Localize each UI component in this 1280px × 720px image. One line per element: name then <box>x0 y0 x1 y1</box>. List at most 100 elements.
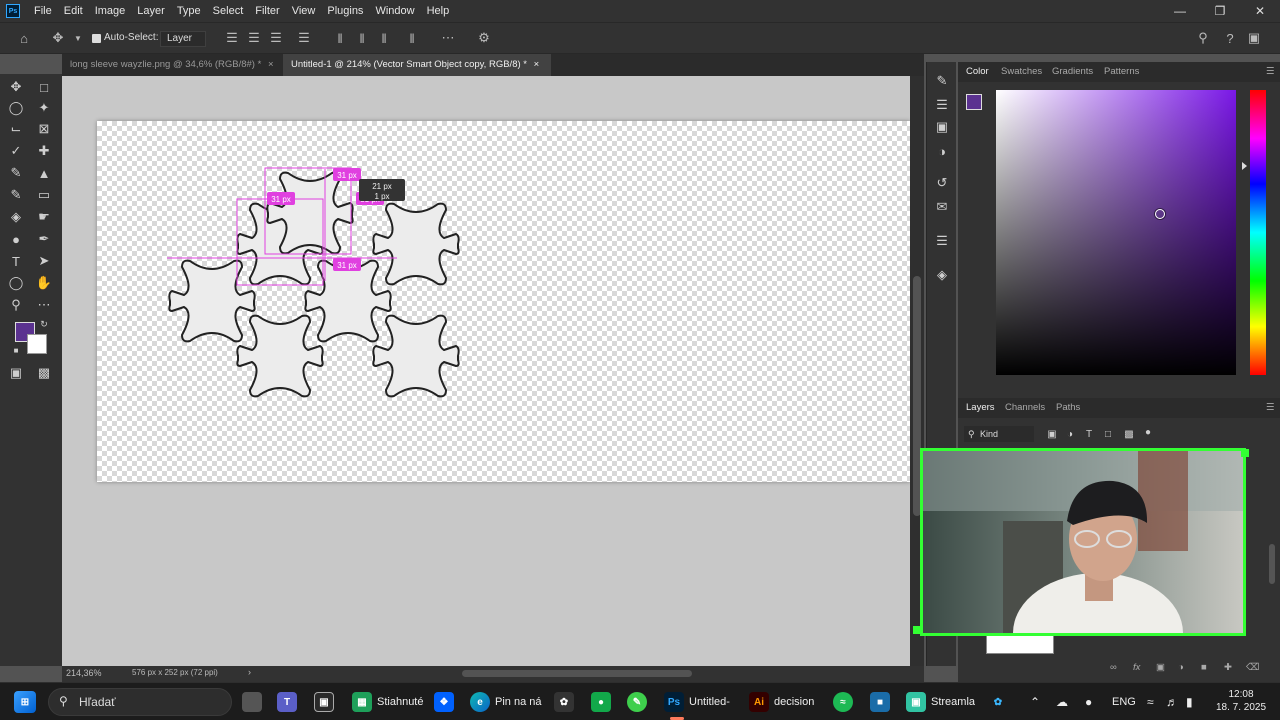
align-left-icon[interactable]: ☰ <box>224 30 240 46</box>
menu-plugins[interactable]: Plugins <box>321 0 369 22</box>
app-button[interactable]: ✎ <box>627 691 652 713</box>
restore-icon[interactable]: ❐ <box>1200 0 1240 22</box>
smudge-tool-icon[interactable]: ☛ <box>34 208 54 226</box>
hand-tool-icon[interactable]: ✋ <box>34 274 54 292</box>
frame-tool-icon[interactable]: ⊠ <box>34 120 54 138</box>
new-layer-icon[interactable]: ✚ <box>1224 662 1232 673</box>
history-icon[interactable]: ↺ <box>932 174 952 192</box>
move-tool-icon[interactable]: ✥ <box>6 78 26 96</box>
eraser-tool-icon[interactable]: ▭ <box>34 186 54 204</box>
hue-slider[interactable] <box>1250 90 1266 375</box>
comments-icon[interactable]: ✉ <box>932 198 952 216</box>
horizontal-scrollbar-thumb[interactable] <box>462 670 692 677</box>
history-brush-tool-icon[interactable]: ✎ <box>6 186 26 204</box>
swap-colors-icon[interactable]: ↻ <box>38 318 50 330</box>
tab-patterns[interactable]: Patterns <box>1104 66 1139 77</box>
taskbar-app-photoshop[interactable]: Ps Untitled- <box>664 691 730 713</box>
magic-wand-tool-icon[interactable]: ✦ <box>34 99 54 117</box>
color-wheel-icon[interactable]: ◑ <box>932 142 952 160</box>
taskbar-app-illustrator[interactable]: Ai decision <box>749 691 814 713</box>
document-info[interactable]: 576 px x 252 px (72 ppi) <box>132 668 218 677</box>
adjustments-icon[interactable]: ☰ <box>932 96 952 114</box>
battery-icon[interactable]: ▮ <box>1186 691 1193 713</box>
cloud-icon[interactable]: ☁ <box>1056 691 1068 713</box>
filter-pixel-icon[interactable]: ▣ <box>1042 425 1062 443</box>
scrollbar-thumb[interactable] <box>1269 544 1275 584</box>
color-picker-cursor[interactable] <box>1155 209 1165 219</box>
spotify-button[interactable]: ≈ <box>833 691 858 713</box>
background-color-swatch[interactable] <box>27 334 47 354</box>
tab-paths[interactable]: Paths <box>1056 402 1080 413</box>
menu-select[interactable]: Select <box>207 0 250 22</box>
menu-type[interactable]: Type <box>171 0 207 22</box>
distribute-vertical-icon[interactable]: ☰ <box>296 30 312 46</box>
menu-layer[interactable]: Layer <box>131 0 171 22</box>
menu-help[interactable]: Help <box>421 0 456 22</box>
layer-thumbnail[interactable] <box>986 634 1054 654</box>
filter-adjustment-icon[interactable]: ◑ <box>1060 425 1080 443</box>
webcam-resize-handle[interactable] <box>1241 449 1249 457</box>
foreground-color-chip[interactable] <box>966 94 982 110</box>
webcam-resize-handle[interactable] <box>913 626 921 634</box>
properties-icon[interactable]: ☰ <box>932 232 952 250</box>
stamp-tool-icon[interactable]: ▲ <box>34 164 54 182</box>
minimize-icon[interactable]: — <box>1160 0 1200 22</box>
app-button[interactable]: ✿ <box>554 691 579 713</box>
dropbox-button[interactable]: ❖ <box>434 691 459 713</box>
lasso-tool-icon[interactable]: ◯ <box>6 99 26 117</box>
volume-icon[interactable]: ♬ <box>1166 691 1178 713</box>
crop-tool-icon[interactable]: ⌙ <box>6 120 26 138</box>
zoom-tool-icon[interactable]: ⚲ <box>6 296 26 314</box>
chevron-right-icon[interactable]: › <box>248 667 251 677</box>
move-tool-icon[interactable]: ✥ <box>50 30 66 46</box>
menu-window[interactable]: Window <box>369 0 420 22</box>
app-button[interactable]: ● <box>591 691 616 713</box>
add-mask-icon[interactable]: ▣ <box>1156 662 1165 673</box>
canvas-workspace[interactable]: 31 px 31 px 31 px 31 px 21 px 1 px <box>62 76 910 666</box>
brush-settings-icon[interactable]: ✎ <box>932 72 952 90</box>
close-icon[interactable]: × <box>268 59 274 70</box>
pen-tool-icon[interactable]: ✒ <box>34 230 54 248</box>
taskbar-app-edge[interactable]: e Pin na ná <box>470 691 541 713</box>
path-selection-tool-icon[interactable]: ➤ <box>34 252 54 270</box>
filter-smart-object-icon[interactable]: ▩ <box>1119 425 1139 443</box>
tab-gradients[interactable]: Gradients <box>1052 66 1093 77</box>
type-tool-icon[interactable]: T <box>6 252 26 270</box>
tab-layers[interactable]: Layers <box>966 402 995 413</box>
healing-brush-tool-icon[interactable]: ✚ <box>34 142 54 160</box>
more-options-icon[interactable]: ⋯ <box>440 30 456 46</box>
app-button[interactable]: ■ <box>870 691 895 713</box>
filter-toggle-icon[interactable]: ● <box>1138 423 1158 441</box>
gear-icon[interactable]: ⚙ <box>476 30 492 46</box>
workspace-icon[interactable]: ▣ <box>1246 30 1262 46</box>
new-group-icon[interactable]: ■ <box>1201 662 1207 673</box>
menu-file[interactable]: File <box>28 0 58 22</box>
taskbar-app-streamlabs[interactable]: ▣ Streamla <box>906 691 975 713</box>
3d-cube-icon[interactable]: ◈ <box>932 266 952 284</box>
link-layers-icon[interactable]: ∞ <box>1110 662 1117 673</box>
wifi-icon[interactable]: ≈ <box>1147 691 1154 713</box>
default-colors-icon[interactable]: ■ <box>10 344 22 356</box>
menu-image[interactable]: Image <box>89 0 132 22</box>
task-view-button[interactable] <box>242 691 267 713</box>
align-right-icon[interactable]: ☰ <box>268 30 284 46</box>
screen-mode-icon[interactable]: ▩ <box>34 364 54 382</box>
tab-untitled-1[interactable]: Untitled-1 @ 214% (Vector Smart Object c… <box>283 54 551 76</box>
language-indicator[interactable]: ENG <box>1112 691 1136 713</box>
store-button[interactable]: ▣ <box>314 691 339 713</box>
close-icon[interactable]: × <box>534 59 540 70</box>
filter-type-icon[interactable]: T <box>1079 425 1099 443</box>
distribute-horizontal-icon[interactable]: ‖ <box>404 30 420 46</box>
align-bottom-icon[interactable]: ‖ <box>376 30 392 46</box>
layer-filter-kind-dropdown[interactable]: ⚲ Kind <box>964 426 1034 442</box>
clock[interactable]: 12:08 18. 7. 2025 <box>1214 688 1268 714</box>
teams-button[interactable]: T <box>277 691 302 713</box>
menu-edit[interactable]: Edit <box>58 0 89 22</box>
ellipse-tool-icon[interactable]: ◯ <box>6 274 26 292</box>
tab-long-sleeve[interactable]: long sleeve wayzlie.png @ 34,6% (RGB/8#)… <box>62 54 282 76</box>
menu-filter[interactable]: Filter <box>249 0 285 22</box>
app-button[interactable]: ✿ <box>988 691 1013 713</box>
start-button[interactable]: ⊞ <box>14 691 41 713</box>
help-icon[interactable]: ? <box>1222 30 1238 46</box>
chevron-up-icon[interactable]: ⌃ <box>1030 691 1040 713</box>
